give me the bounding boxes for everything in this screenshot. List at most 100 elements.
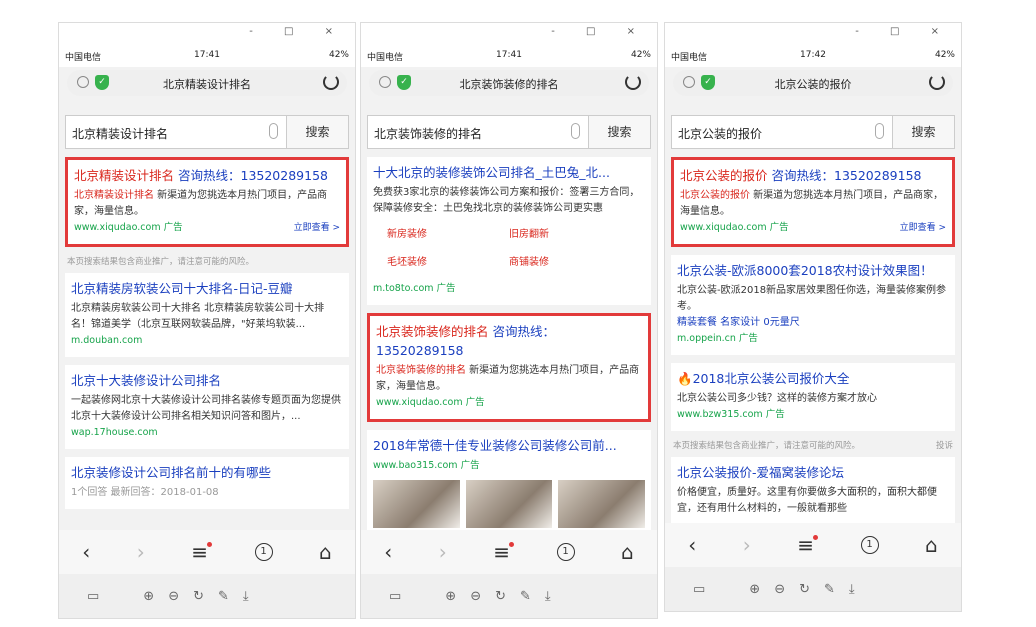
forward-icon[interactable]: ›: [743, 533, 751, 557]
result-title[interactable]: 北京公装报价-爱福窝装修论坛: [677, 463, 949, 482]
search-button[interactable]: 搜索: [892, 116, 954, 148]
result-card[interactable]: 🔥2018北京公装公司报价大全 北京公装公司多少钱？这样的装修方案才放心 www…: [671, 363, 955, 431]
edit-icon[interactable]: ✎: [218, 589, 229, 604]
home-icon[interactable]: ⌂: [319, 540, 332, 564]
sitelink[interactable]: 商铺装修: [509, 249, 631, 277]
search-button[interactable]: 搜索: [588, 116, 650, 148]
result-title[interactable]: 2018年常德十佳专业装修公司装修公司前...: [373, 436, 645, 455]
menu-icon[interactable]: ≡: [493, 540, 514, 564]
forward-icon[interactable]: ›: [439, 540, 447, 564]
reload-icon[interactable]: [929, 74, 945, 90]
result-card[interactable]: 北京装修设计公司排名前十的有哪些 1个回答 最新回答：2018-01-08: [65, 457, 349, 509]
reader-icon[interactable]: ▭: [389, 589, 401, 604]
refresh-icon[interactable]: ↻: [799, 582, 810, 597]
mic-icon[interactable]: [571, 123, 580, 139]
result-sitelinks[interactable]: 精装套餐 名家设计 0元量尺: [677, 315, 949, 331]
download-icon[interactable]: ⤓: [849, 582, 855, 597]
search-input[interactable]: 北京装饰装修的排名: [374, 125, 482, 142]
ad-result-card[interactable]: 北京装饰装修的排名 咨询热线：13520289158 北京装饰装修的排名 新渠道…: [367, 313, 651, 422]
tabs-icon[interactable]: 1: [254, 543, 273, 561]
search-box[interactable]: 北京精装设计排名 搜索: [65, 115, 349, 149]
zoom-in-icon[interactable]: ⊕: [749, 582, 760, 597]
status-bar: 中国电信 17:41 42%: [59, 45, 355, 67]
result-card[interactable]: 2018年常德十佳专业装修公司装修公司前... www.bao315.com 广…: [367, 430, 651, 530]
tabs-icon[interactable]: 1: [556, 543, 575, 561]
edit-icon[interactable]: ✎: [520, 589, 531, 604]
result-description: 北京公装公司多少钱？这样的装修方案才放心: [677, 393, 877, 404]
window-controls[interactable]: - □ ×: [551, 26, 649, 37]
refresh-icon[interactable]: ↻: [495, 589, 506, 604]
window-bar: - □ ×: [361, 23, 657, 45]
refresh-icon[interactable]: ↻: [193, 589, 204, 604]
mic-icon[interactable]: [269, 123, 278, 139]
search-button[interactable]: 搜索: [286, 116, 348, 148]
sitelink[interactable]: 旧房翻新: [509, 221, 631, 249]
ad-title[interactable]: 北京精装设计排名 咨询热线：13520289158: [74, 166, 340, 185]
download-icon[interactable]: ⤓: [545, 589, 551, 604]
download-icon[interactable]: ⤓: [243, 589, 249, 604]
result-card[interactable]: 北京十大装修设计公司排名 一起装修网北京十大装修设计公司排名装修专题页面为您提供…: [65, 365, 349, 449]
view-now-link[interactable]: 立即查看 >: [900, 220, 946, 236]
forward-icon[interactable]: ›: [137, 540, 145, 564]
back-icon[interactable]: ‹: [688, 533, 696, 557]
toolbar: ▭ ⊕ ⊖ ↻ ✎ ⤓: [665, 567, 961, 611]
edit-icon[interactable]: ✎: [824, 582, 835, 597]
window-controls[interactable]: - □ ×: [855, 26, 953, 37]
ad-description: 北京公装的报价 新渠道为您挑选本月热门项目，产品商家，海量信息。: [680, 190, 944, 217]
result-title[interactable]: 🔥2018北京公装公司报价大全: [677, 369, 949, 388]
sitelink[interactable]: 毛坯装修: [387, 249, 509, 277]
room-image[interactable]: [558, 480, 646, 528]
ad-url: www.xiqudao.com 广告: [74, 222, 183, 233]
ad-title[interactable]: 北京装饰装修的排名 咨询热线：13520289158: [376, 322, 642, 360]
result-description: 北京公装-欧派2018新品家居效果图任你选，海量装修案例参考。: [677, 285, 947, 312]
room-image[interactable]: [373, 480, 460, 528]
ad-url: www.xiqudao.com 广告: [680, 222, 789, 233]
search-input[interactable]: 北京精装设计排名: [72, 125, 168, 142]
reload-icon[interactable]: [323, 74, 339, 90]
back-icon[interactable]: ‹: [82, 540, 90, 564]
tabs-icon[interactable]: 1: [860, 536, 879, 554]
result-title[interactable]: 北京精装房软装公司十大排名-日记-豆瓣: [71, 279, 343, 298]
room-image[interactable]: [465, 480, 553, 528]
search-box[interactable]: 北京公装的报价 搜索: [671, 115, 955, 149]
mic-icon[interactable]: [875, 123, 884, 139]
ad-result-card[interactable]: 北京公装的报价 咨询热线：13520289158 北京公装的报价 新渠道为您挑选…: [671, 157, 955, 247]
back-icon[interactable]: ‹: [384, 540, 392, 564]
address-bar[interactable]: ✓ 北京装饰装修的排名: [369, 70, 649, 96]
result-url: m.douban.com: [71, 335, 143, 346]
search-box[interactable]: 北京装饰装修的排名 搜索: [367, 115, 651, 149]
menu-icon[interactable]: ≡: [191, 540, 212, 564]
result-title[interactable]: 北京十大装修设计公司排名: [71, 371, 343, 390]
result-title[interactable]: 北京公装-欧派8000套2018农村设计效果图！: [677, 261, 949, 280]
zoom-out-icon[interactable]: ⊖: [470, 589, 481, 604]
phone-screen-1: - □ × 中国电信 17:41 42% ✓ 北京精装设计排名 北京精装设计排名…: [58, 22, 356, 619]
result-card[interactable]: 北京精装房软装公司十大排名-日记-豆瓣 北京精装房软装公司十大排名 北京精装房软…: [65, 273, 349, 357]
ad-result-card[interactable]: 北京精装设计排名 咨询热线：13520289158 北京精装设计排名 新渠道为您…: [65, 157, 349, 247]
reload-icon[interactable]: [625, 74, 641, 90]
address-bar[interactable]: ✓ 北京精装设计排名: [67, 70, 347, 96]
address-bar[interactable]: ✓ 北京公装的报价: [673, 70, 953, 96]
result-card[interactable]: 北京公装报价-爱福窝装修论坛 价格便宜，质量好。这里有你要做多大面积的，面积大都…: [671, 457, 955, 523]
menu-icon[interactable]: ≡: [797, 533, 818, 557]
reader-icon[interactable]: ▭: [693, 582, 705, 597]
report-link[interactable]: 投诉: [936, 439, 953, 451]
result-description: 北京精装房软装公司十大排名 北京精装房软装公司十大排名！锦道美学（北京互联网软装…: [71, 303, 325, 330]
home-icon[interactable]: ⌂: [621, 540, 634, 564]
result-title[interactable]: 北京装修设计公司排名前十的有哪些: [71, 463, 343, 482]
results-content: 北京装饰装修的排名 搜索 十大北京的装修装饰公司排名_土巴兔_北... 免费获3…: [361, 105, 657, 530]
reader-icon[interactable]: ▭: [87, 589, 99, 604]
search-input[interactable]: 北京公装的报价: [678, 125, 762, 142]
zoom-in-icon[interactable]: ⊕: [445, 589, 456, 604]
zoom-out-icon[interactable]: ⊖: [168, 589, 179, 604]
sitelink[interactable]: 新房装修: [387, 221, 509, 249]
result-title[interactable]: 十大北京的装修装饰公司排名_土巴兔_北...: [373, 163, 645, 182]
result-card[interactable]: 十大北京的装修装饰公司排名_土巴兔_北... 免费获3家北京的装修装饰公司方案和…: [367, 157, 651, 305]
zoom-out-icon[interactable]: ⊖: [774, 582, 785, 597]
result-card[interactable]: 北京公装-欧派8000套2018农村设计效果图！ 北京公装-欧派2018新品家居…: [671, 255, 955, 355]
home-icon[interactable]: ⌂: [925, 533, 938, 557]
window-controls[interactable]: - □ ×: [249, 26, 347, 37]
view-now-link[interactable]: 立即查看 >: [294, 220, 340, 236]
address-text: 北京精装设计排名: [163, 78, 251, 91]
ad-title[interactable]: 北京公装的报价 咨询热线：13520289158: [680, 166, 946, 185]
zoom-in-icon[interactable]: ⊕: [143, 589, 154, 604]
